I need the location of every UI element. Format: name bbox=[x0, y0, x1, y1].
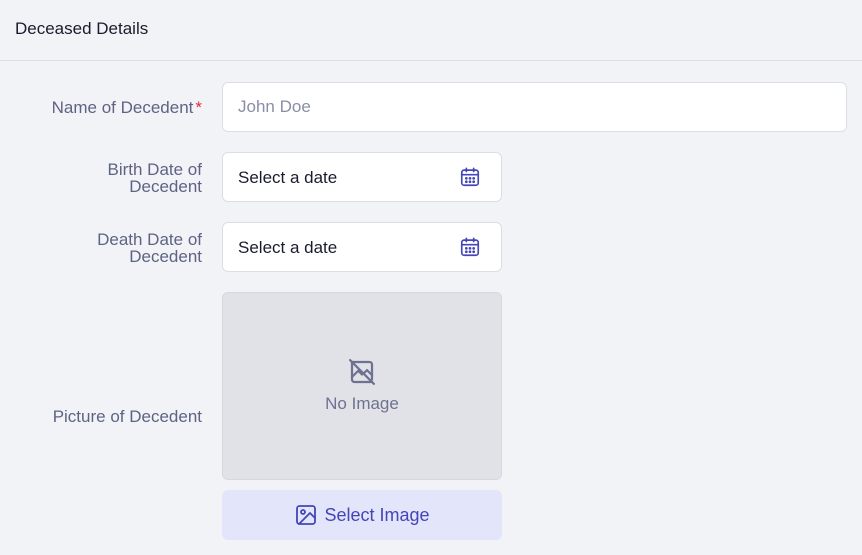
no-image-text: No Image bbox=[325, 394, 399, 413]
image-icon bbox=[296, 505, 317, 525]
birth-date-value: Select a date bbox=[238, 168, 338, 187]
birth-date-label-line1: Birth Date of bbox=[107, 160, 203, 179]
death-date-label: Death Date of Decedent bbox=[97, 231, 202, 265]
select-image-button[interactable]: Select Image bbox=[222, 490, 502, 540]
birth-date-label-line2: Decedent bbox=[129, 177, 202, 196]
select-image-button-content: Select Image bbox=[222, 490, 502, 540]
image-preview: No Image bbox=[222, 292, 502, 480]
section-title: Deceased Details bbox=[15, 19, 149, 38]
death-date-label-line1: Death Date of bbox=[97, 230, 202, 249]
birth-date-label: Birth Date of Decedent bbox=[108, 161, 203, 195]
death-date-label-line2: Decedent bbox=[129, 247, 202, 266]
picture-label: Picture of Decedent bbox=[52, 407, 202, 426]
select-image-label: Select Image bbox=[324, 504, 430, 525]
no-image-icon bbox=[349, 359, 375, 385]
calendar-icon[interactable] bbox=[459, 236, 481, 258]
section-header: Deceased Details bbox=[0, 0, 862, 61]
death-date-value: Select a date bbox=[238, 238, 338, 257]
name-label: Name of Decedent * bbox=[52, 99, 202, 116]
name-input[interactable] bbox=[222, 82, 847, 132]
calendar-icon[interactable] bbox=[459, 166, 481, 188]
name-label-text: Name of Decedent bbox=[51, 98, 194, 117]
birth-date-picker[interactable]: Select a date bbox=[222, 152, 502, 202]
death-date-picker[interactable]: Select a date bbox=[222, 222, 502, 272]
required-marker: * bbox=[195, 98, 202, 117]
